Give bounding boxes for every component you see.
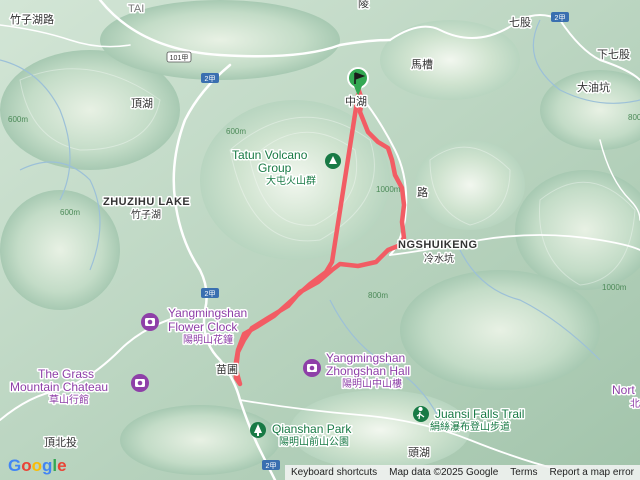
contour-label: 1000m [376, 185, 401, 194]
place-label: 陵 [358, 0, 369, 10]
poi-label-zh[interactable]: 草山行館 [48, 392, 91, 408]
camera-icon[interactable] [131, 374, 149, 392]
hiker-icon[interactable] [413, 406, 429, 422]
place-label[interactable]: 頭湖 [407, 445, 432, 461]
place-label[interactable]: 中湖 [344, 94, 369, 110]
place-label[interactable]: 竹子湖路 [9, 11, 56, 28]
park-label-en[interactable]: Juansi Falls Trail [434, 406, 526, 423]
route-badge: 2甲 [201, 73, 219, 83]
camera-icon[interactable] [141, 313, 159, 331]
park-icon[interactable] [325, 153, 341, 169]
place-label: TAI [128, 3, 144, 15]
park-label-zh[interactable]: 大屯火山群 [265, 173, 318, 189]
area-label-zh[interactable]: 冷水坑 [423, 251, 456, 267]
svg-text:101甲: 101甲 [170, 54, 189, 62]
place-label[interactable]: 頂湖 [130, 96, 155, 112]
place-label[interactable]: 下七股 [596, 47, 632, 63]
terrain-map[interactable]: 101甲 2甲 2甲 2甲 2甲 600m 800m 600m 800m 100… [0, 0, 640, 480]
park-label-en[interactable]: Qianshan Park [271, 421, 354, 438]
place-label[interactable]: 苗圃 [215, 362, 240, 378]
camera-icon[interactable] [303, 359, 321, 377]
poi-label-en[interactable]: The Grass [37, 366, 96, 383]
area-label-en[interactable]: ZHUZIHU LAKE [102, 195, 192, 210]
park-label-zh[interactable]: 絹絲瀑布登山步道 [429, 419, 512, 435]
place-label[interactable]: 頂北投 [43, 434, 79, 451]
park-label-en[interactable]: Group [257, 160, 294, 177]
contour-label: 800m [368, 291, 388, 300]
poi-label-en[interactable]: Zhongshan Hall [325, 363, 412, 380]
google-logo: Google [8, 456, 67, 475]
park-label-en[interactable]: Tatun Volcano [231, 147, 310, 164]
contour-label: 1000m [602, 283, 627, 292]
poi-label-en[interactable]: Mountain Chateau [9, 379, 110, 396]
road-label: 路 [417, 186, 428, 199]
poi-label-zh[interactable]: 陽明山中山樓 [341, 376, 404, 392]
poi-label-en[interactable]: Yangmingshan [167, 305, 249, 322]
poi-label-en[interactable]: Flower Clock [167, 319, 240, 336]
contour-label: 600m [60, 208, 80, 217]
report-error-link[interactable]: Report a map error [544, 467, 640, 478]
place-label[interactable]: 大油坑 [576, 79, 612, 96]
area-label-zh[interactable]: 竹子湖 [130, 207, 163, 223]
place-label[interactable]: 七股 [508, 15, 533, 31]
contour-label: 800m [628, 113, 640, 122]
contour-label: 600m [8, 115, 28, 124]
poi-label-en[interactable]: Yangmingshan [325, 350, 407, 367]
poi-label-zh[interactable]: 北 [629, 397, 640, 412]
tree-icon[interactable] [250, 422, 266, 438]
poi-label-zh[interactable]: 陽明山花鐘 [182, 332, 235, 348]
contour-label: 600m [226, 127, 246, 136]
park-label-zh[interactable]: 陽明山前山公園 [278, 434, 351, 450]
place-label[interactable]: 馬槽 [410, 57, 435, 73]
svg-text:2甲: 2甲 [266, 462, 277, 470]
route-badge: 2甲 [262, 460, 280, 470]
route-badge: 2甲 [551, 12, 569, 22]
route-badge: 2甲 [201, 288, 219, 298]
keyboard-shortcuts-link[interactable]: Keyboard shortcuts [285, 467, 383, 478]
map-data-text: Map data ©2025 Google [389, 467, 499, 478]
attribution-bar: Keyboard shortcuts Map data ©2025 Google… [284, 465, 640, 480]
route-badge: 101甲 [166, 51, 192, 63]
poi-label-en[interactable]: Nort [611, 382, 637, 399]
terms-link[interactable]: Terms [504, 467, 543, 478]
svg-text:2甲: 2甲 [205, 75, 216, 83]
svg-text:2甲: 2甲 [205, 290, 216, 298]
svg-text:2甲: 2甲 [555, 14, 566, 22]
area-label-en[interactable]: NGSHUIKENG [397, 238, 479, 253]
